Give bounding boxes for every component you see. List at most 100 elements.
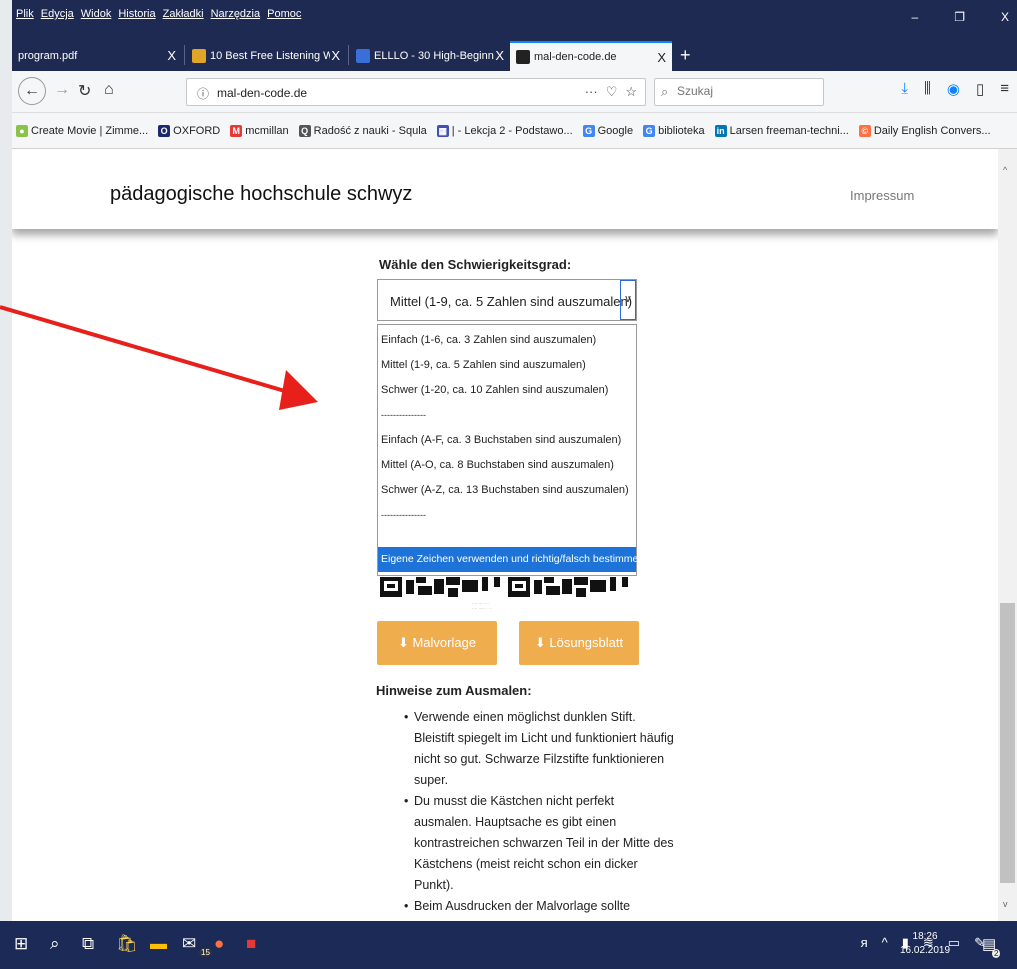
scroll-up-icon[interactable]: ^ [1003,165,1007,175]
search-icon[interactable]: ⌕ [50,934,60,954]
minimize-button[interactable]: – [912,10,919,24]
menu-zakladki[interactable]: Zakładki [163,8,204,20]
tab-mal-den-code[interactable]: mal-den-code.de X [510,41,672,71]
mail-icon[interactable]: ✉ [182,934,196,954]
chevron-down-icon[interactable]: v [620,280,636,320]
back-button[interactable]: ← [18,77,46,105]
people-icon[interactable]: ᴙ [861,935,868,951]
dropdown-option[interactable]: Schwer (A-Z, ca. 13 Buchstaben sind ausz… [378,479,636,501]
tab-separator [184,45,185,65]
dropdown-separator: --------------- [381,410,426,420]
bookmark-star-icon[interactable]: ☆ [625,84,637,100]
difficulty-label: Wähle den Schwierigkeitsgrad: [379,257,572,272]
tab-label: mal-den-code.de [534,51,617,63]
bookmark-item[interactable]: O OXFORD [158,124,220,137]
tab-close-icon[interactable]: X [167,48,176,63]
hamburger-menu-icon[interactable]: ≡ [1000,80,1009,98]
menu-widok[interactable]: Widok [81,8,112,20]
bookmark-label: biblioteka [658,124,705,137]
clock-time: 18:26 [912,931,938,942]
download-icon[interactable]: ⤓ [901,80,908,98]
bookmark-favicon-icon: ▦ [436,124,449,137]
store-icon[interactable]: 🛍 [116,934,138,954]
file-explorer-icon[interactable]: ▬ [150,934,167,954]
bookmark-item[interactable]: Mmcmillan [230,124,289,137]
tab-close-icon[interactable]: X [331,48,340,63]
dropdown-option[interactable]: Mittel (A-O, ca. 8 Buchstaben sind auszu… [378,454,636,476]
scrollbar-thumb[interactable] [1000,603,1015,883]
bookmark-item[interactable]: G Google [582,124,634,137]
url-bar[interactable]: ⓘ mal-den-code.de ··· ♡ ☆ [186,78,646,106]
site-title[interactable]: pädagogische hochschule schwyz [110,183,412,206]
powerpoint-icon[interactable]: ■ [246,934,256,954]
page-actions-button[interactable]: ··· [585,84,598,100]
menu-pomoc[interactable]: Pomoc [267,8,301,20]
menu-items: Plik Edycja Widok Historia Zakładki Narz… [16,8,301,20]
bookmark-item[interactable]: ▦ | - Lekcja 2 - Podstawo... [436,124,573,137]
mail-badge: 15 [199,948,212,957]
dropdown-separator: --------------- [381,510,426,520]
menu-historia[interactable]: Historia [118,8,155,20]
sync-account-icon[interactable]: ◉ [947,80,960,98]
tab-close-icon[interactable]: X [657,50,666,65]
menu-narzedzia[interactable]: Narzędzia [211,8,261,20]
tab-label: 10 Best Free Listening Websites [210,50,330,62]
impressum-link[interactable]: Impressum [850,188,914,203]
scroll-down-icon[interactable]: v [1003,899,1008,909]
bookmark-item[interactable]: Gbiblioteka [643,124,705,137]
window-controls: – ❐ X [912,10,1009,24]
tab-favicon-icon [192,49,206,63]
clock[interactable]: 18:26 16.02.2019 [900,930,950,958]
bookmark-label: Google [597,124,634,137]
tab-close-icon[interactable]: X [495,48,504,63]
bookmark-item[interactable]: in Larsen freeman-techni... [714,124,849,137]
loesungsblatt-download-button[interactable]: ⬇ Lösungsblatt [519,621,639,665]
dropdown-option[interactable]: Mittel (1-9, ca. 5 Zahlen sind auszumale… [378,354,636,376]
search-input[interactable] [677,84,817,98]
task-view-icon[interactable]: ⧉ [82,934,94,954]
bookmark-item[interactable]: ● Create Movie | Zimme... [16,124,148,137]
dropdown-option[interactable]: Schwer (1-20, ca. 10 Zahlen sind auszuma… [378,379,636,401]
menu-bar: Plik Edycja Widok Historia Zakładki Narz… [12,0,1017,33]
bookmark-item[interactable]: Q Radość z nauki - Squla [298,124,427,137]
tab-program-pdf[interactable]: program.pdf X [12,41,182,71]
windows-taskbar: ⊞ ⌕ ⧉ 🛍 ▬ ✉ 15 ● ■ ᴙ ^ ▮ ≋ ▭ ✎ 18:26 16.… [0,921,1017,969]
menu-edycja[interactable]: Edycja [41,8,74,20]
page-scrollbar[interactable]: ^ v [998,149,1017,921]
search-bar[interactable]: ⌕ [654,78,824,106]
tab-listening-websites[interactable]: 10 Best Free Listening Websites X [186,41,346,71]
forward-button[interactable]: → [54,81,70,99]
info-icon[interactable]: ⓘ [197,85,209,102]
dropdown-option[interactable]: Einfach (A-F, ca. 3 Buchstaben sind ausz… [378,429,636,451]
url-text[interactable]: mal-den-code.de [217,86,307,100]
close-window-button[interactable]: X [1001,10,1009,24]
bookmarks-bar: ● Create Movie | Zimme... O OXFORD Mmcmill… [12,113,1017,149]
new-tab-button[interactable]: + [680,45,691,66]
site-header: pädagogische hochschule schwyz Impressum [12,149,998,229]
windows-start-icon[interactable]: ⊞ [14,934,28,954]
dropdown-option-highlighted[interactable]: Eigene Zeichen verwenden und richtig/fal… [378,547,644,572]
maximize-button[interactable]: ❐ [954,10,965,24]
tray-chevron-up-icon[interactable]: ^ [882,935,888,951]
tab-ellllo[interactable]: ELLLO - 30 High-Beginner Liste X [350,41,510,71]
malvorlage-label: Malvorlage [412,635,477,650]
bookmark-favicon-icon: O [158,124,171,137]
difficulty-selected-value: Mittel (1-9, ca. 5 Zahlen sind auszumale… [390,294,633,309]
tab-favicon-icon [356,49,370,63]
home-button[interactable]: ⌂ [104,81,114,99]
menu-plik[interactable]: Plik [16,8,34,20]
firefox-icon[interactable]: ● [214,934,224,954]
loesungsblatt-label: Lösungsblatt [549,635,624,650]
toolbar-icons: ⤓ ⫼ ◉ ▯ ≡ [901,80,1009,98]
bookmark-item[interactable]: © Daily English Convers... [858,124,991,137]
sidebar-icon[interactable]: ▯ [976,80,984,98]
library-icon[interactable]: ⫼ [924,80,931,98]
dropdown-option[interactable]: Einfach (1-6, ca. 3 Zahlen sind auszumal… [378,329,636,351]
reload-button[interactable]: ↻ [78,81,91,101]
malvorlage-download-button[interactable]: ⬇ Malvorlage [377,621,497,665]
bookmark-favicon-icon: Q [298,124,311,137]
hinweise-list: Verwende einen möglichst dunklen Stift. … [404,707,674,921]
difficulty-select[interactable]: Mittel (1-9, ca. 5 Zahlen sind auszumale… [377,279,637,321]
bookmark-favicon-icon: ● [16,124,28,137]
pocket-icon[interactable]: ♡ [606,84,618,100]
